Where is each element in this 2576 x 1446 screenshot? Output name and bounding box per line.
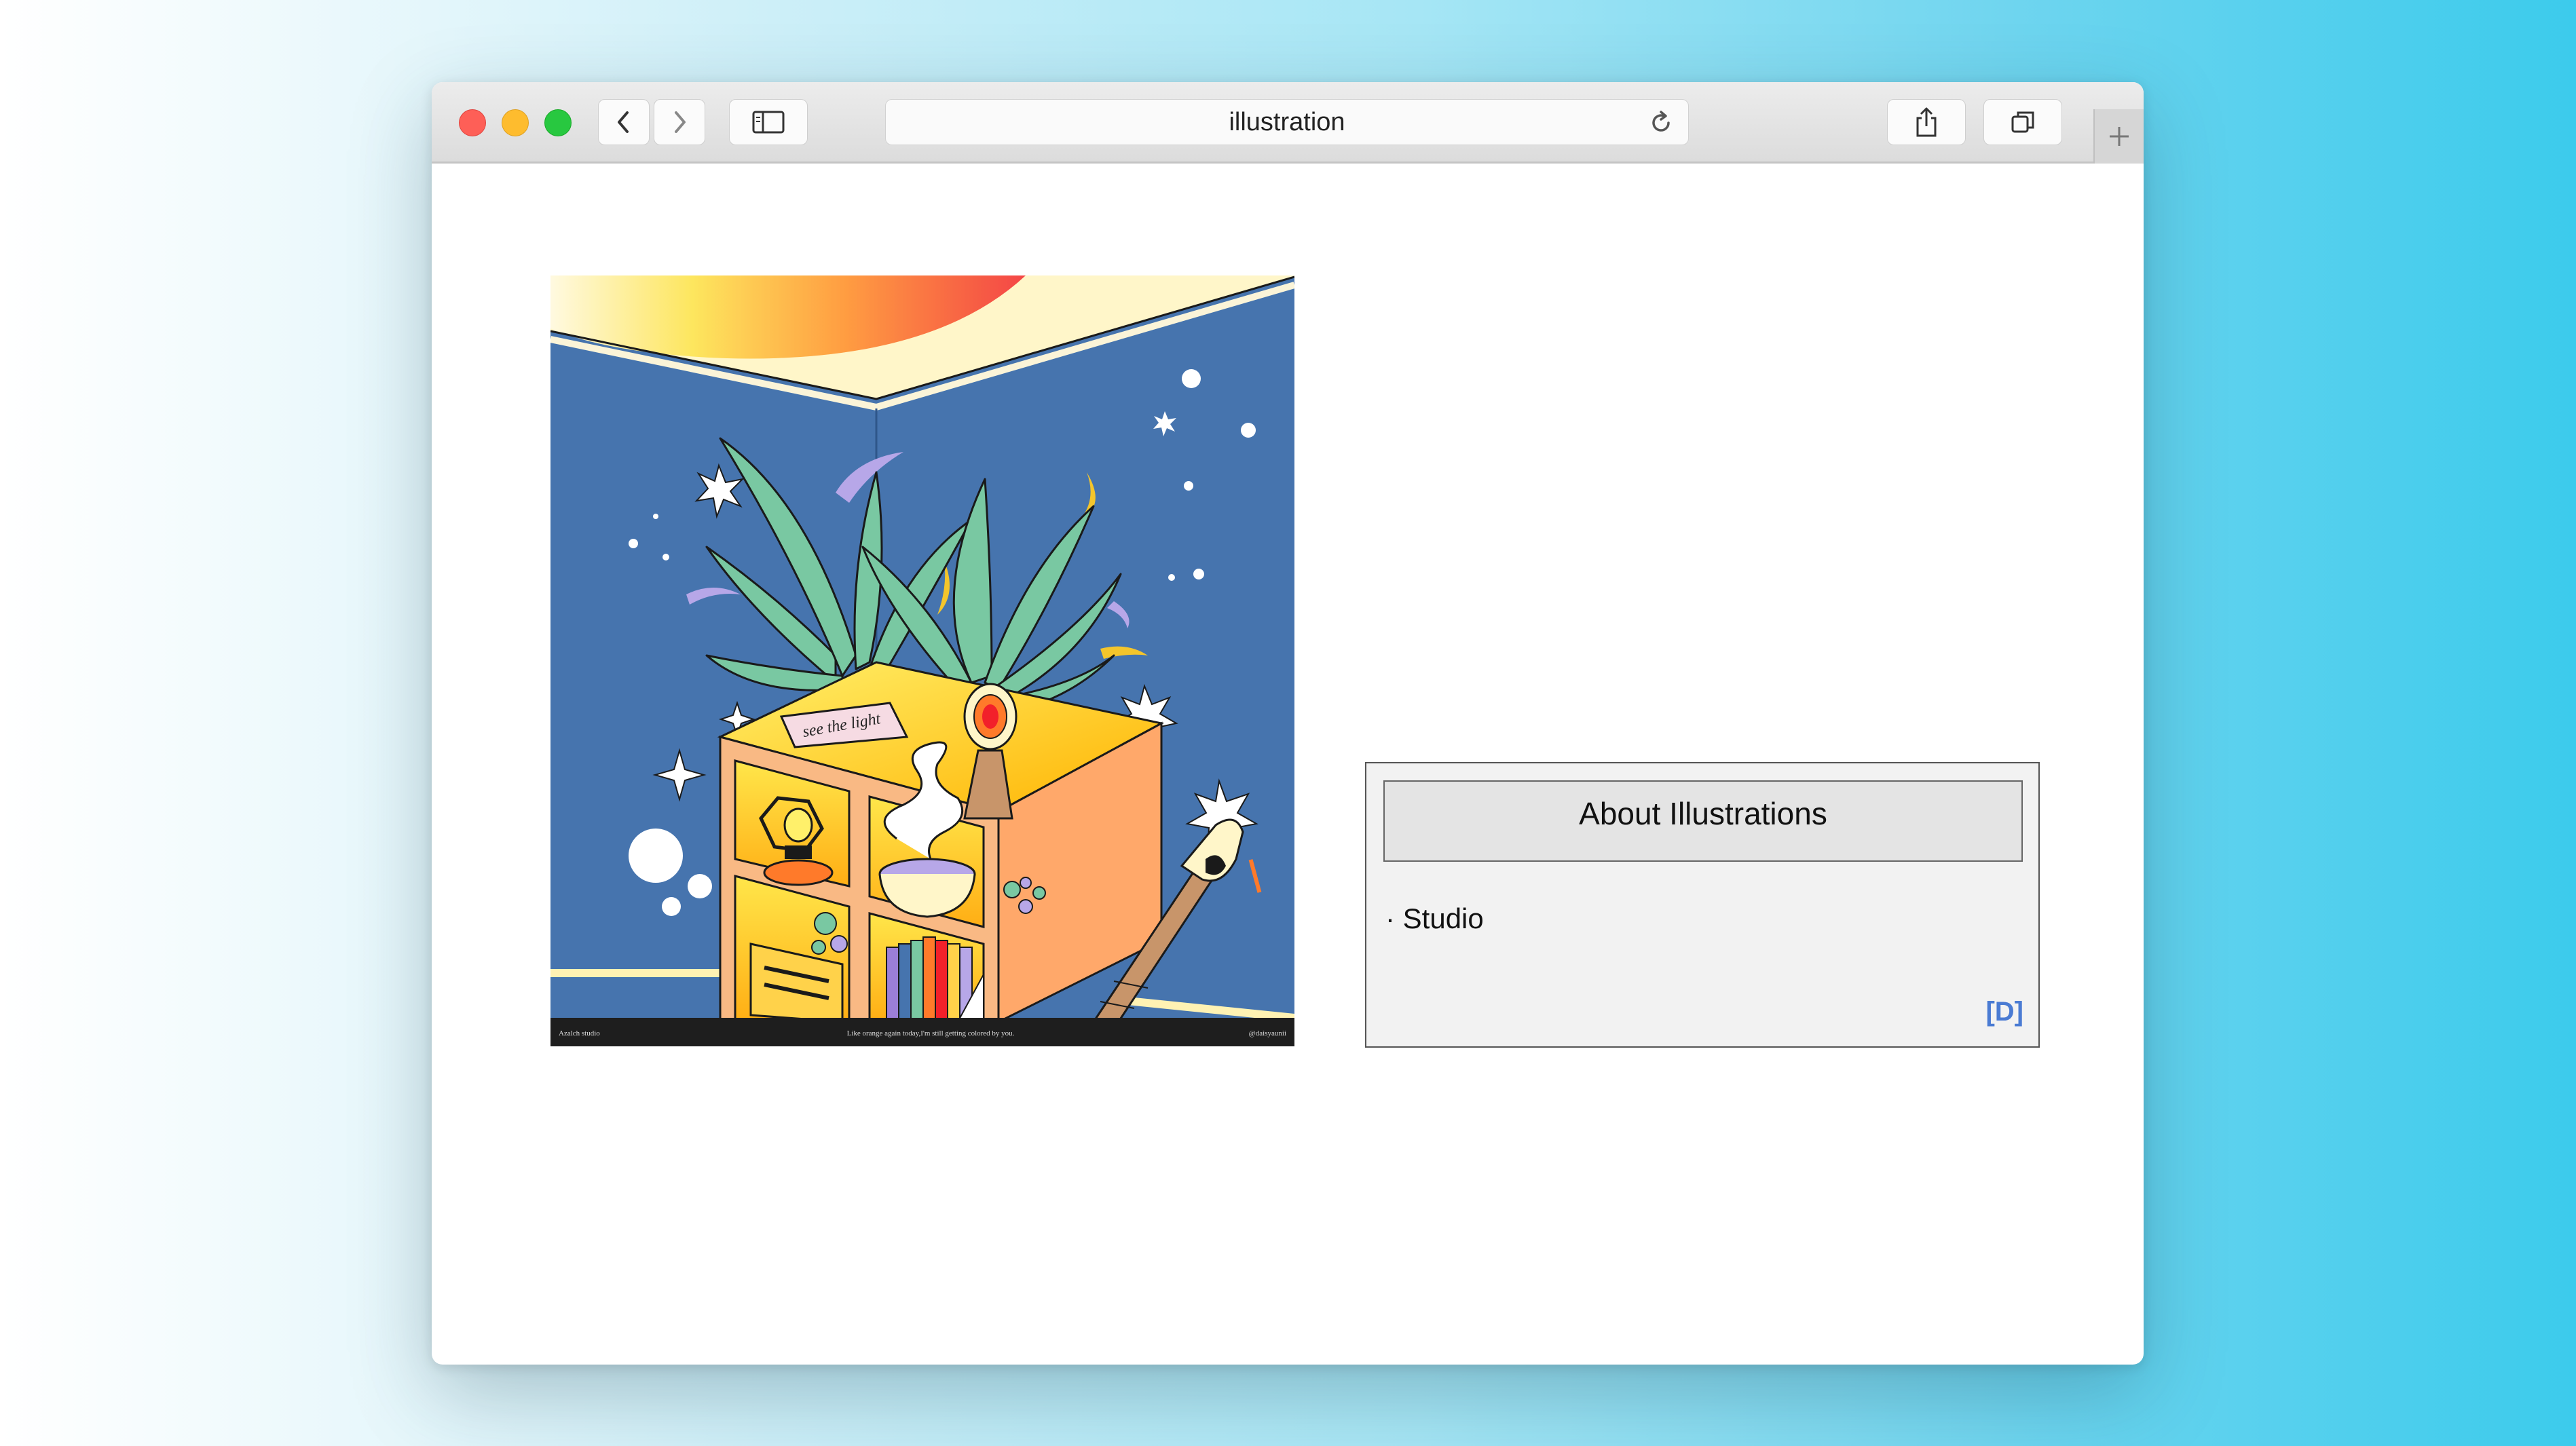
- forward-button[interactable]: [654, 99, 705, 145]
- chevron-right-icon: [675, 111, 686, 133]
- close-window-button[interactable]: [459, 109, 486, 136]
- artwork-footer-center: Like orange again today,I'm still gettin…: [847, 1029, 1015, 1038]
- illustration-image: see the light Azalch studio Like orange …: [550, 275, 1294, 1046]
- new-tab-button[interactable]: [2093, 109, 2144, 164]
- tabs-icon: [2011, 111, 2034, 133]
- share-button[interactable]: [1887, 99, 1966, 145]
- about-title: About Illustrations: [1383, 780, 2023, 862]
- back-button[interactable]: [598, 99, 650, 145]
- zoom-window-button[interactable]: [544, 109, 572, 136]
- share-icon: [1916, 107, 1937, 137]
- browser-toolbar: illustration: [432, 82, 2144, 164]
- browser-window: illustration see the light Azalch studio…: [432, 82, 2144, 1365]
- address-bar[interactable]: illustration: [885, 99, 1689, 145]
- plus-icon: [2110, 127, 2129, 146]
- sidebar-button[interactable]: [729, 99, 808, 145]
- about-item-studio[interactable]: · Studio: [1385, 902, 1484, 935]
- tabs-overview-button[interactable]: [1983, 99, 2062, 145]
- artwork-footer-right: @daisyaunii: [1249, 1029, 1286, 1038]
- minimize-window-button[interactable]: [502, 109, 529, 136]
- chevron-left-icon: [618, 111, 629, 133]
- sidebar-icon: [752, 111, 785, 134]
- details-link[interactable]: [D]: [1985, 997, 2023, 1027]
- address-bar-title: illustration: [1229, 108, 1345, 136]
- artwork-footer-left: Azalch studio: [559, 1029, 600, 1038]
- about-panel: About Illustrations · Studio [D]: [1365, 762, 2040, 1048]
- reload-icon[interactable]: [1647, 109, 1675, 136]
